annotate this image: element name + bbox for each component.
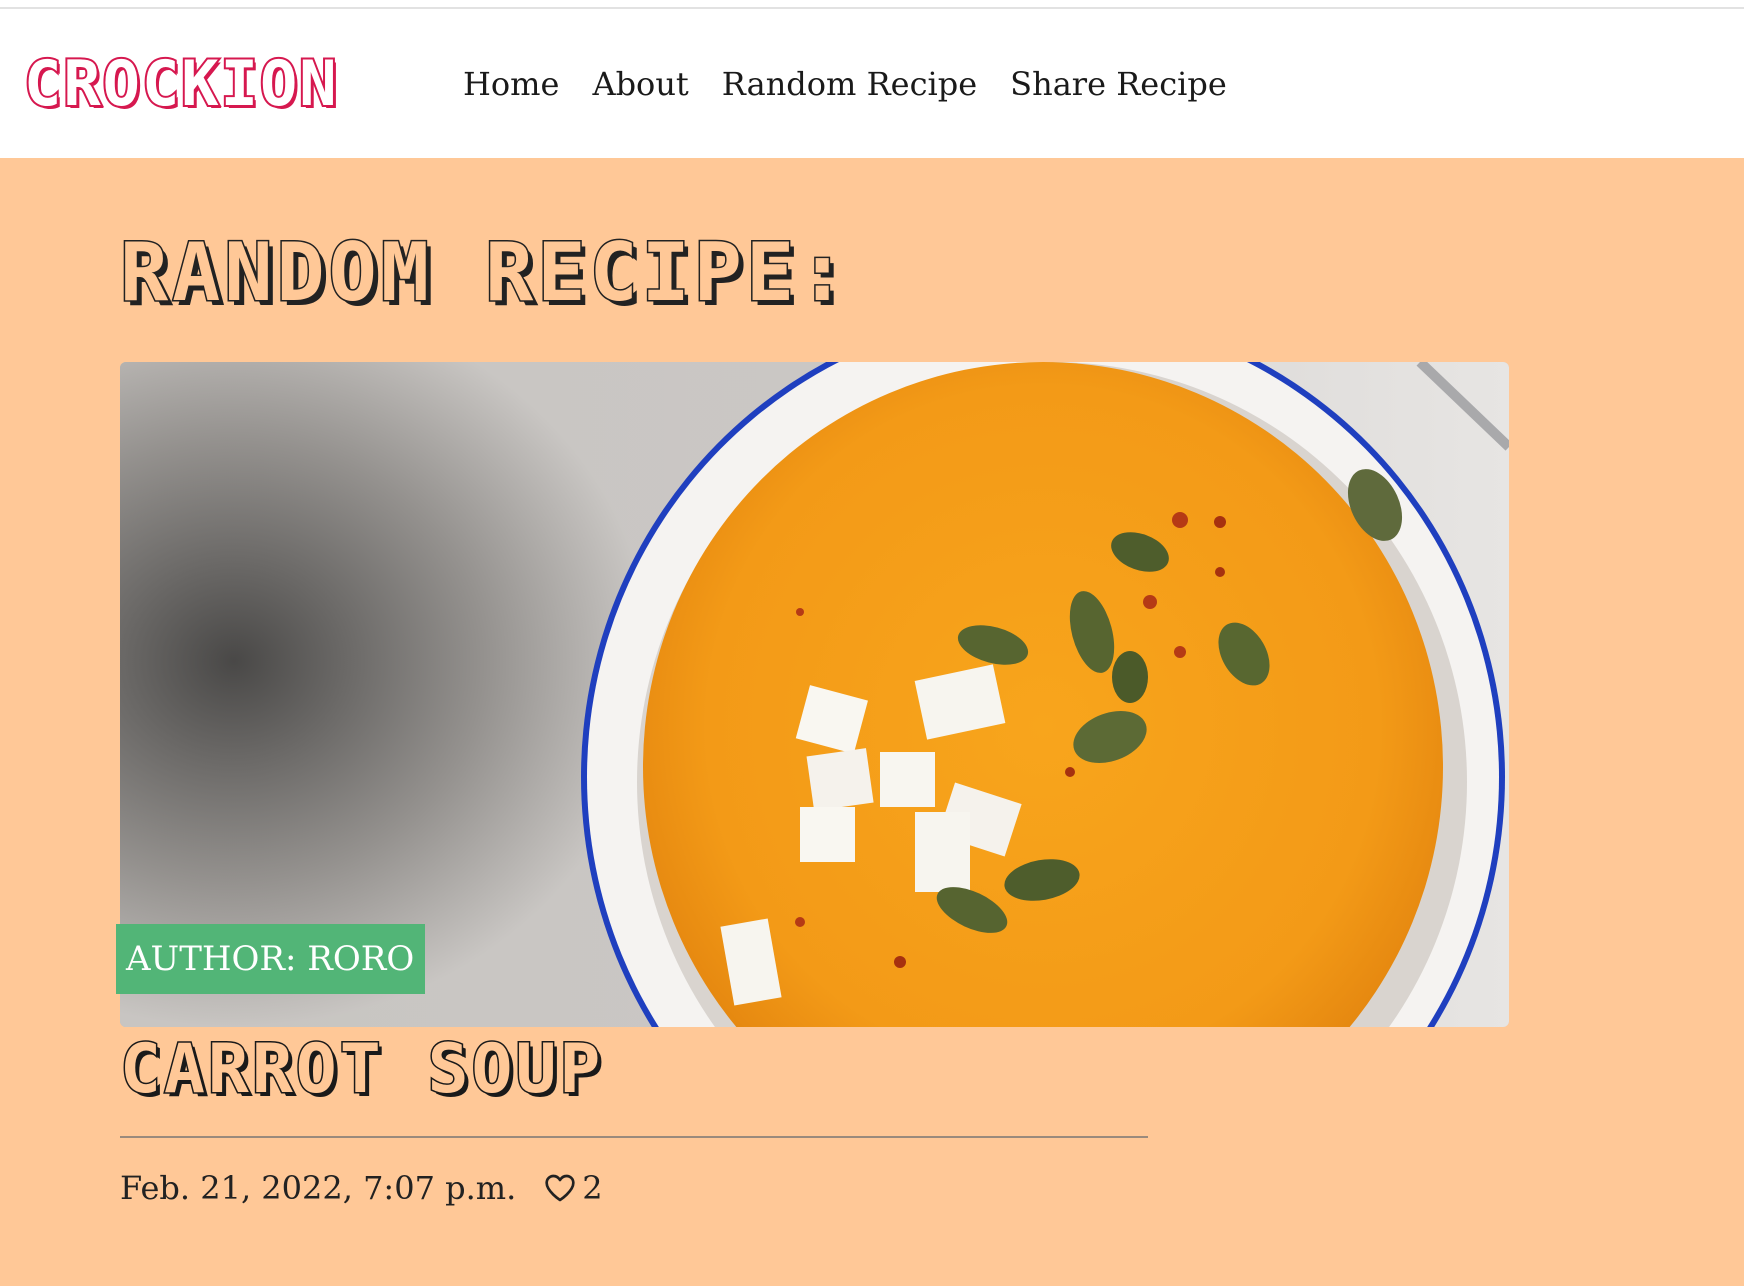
nav-home-link[interactable]: Home bbox=[463, 64, 559, 104]
divider bbox=[120, 1136, 1148, 1138]
author-badge[interactable]: AUTHOR: RORO bbox=[116, 924, 425, 994]
heart-outline-icon bbox=[545, 1174, 575, 1202]
like-button[interactable]: 2 bbox=[544, 1168, 603, 1208]
recipe-title[interactable]: CARROT SOUP bbox=[118, 1029, 603, 1111]
nav-share-recipe-link[interactable]: Share Recipe bbox=[1010, 64, 1227, 104]
nav-menu: Home About Random Recipe Share Recipe bbox=[463, 64, 1260, 104]
browser-top-border bbox=[0, 0, 1744, 9]
main-content: RANDOM RECIPE: AUTHOR: RORO CARROT SOUP … bbox=[0, 158, 1744, 1286]
page-heading: RANDOM RECIPE: bbox=[118, 226, 851, 319]
nav-random-recipe-link[interactable]: Random Recipe bbox=[722, 64, 977, 104]
recipe-meta: Feb. 21, 2022, 7:07 p.m. 2 bbox=[120, 1168, 603, 1208]
brand-logo[interactable]: CROCKION bbox=[22, 47, 339, 121]
like-count: 2 bbox=[582, 1169, 603, 1207]
navbar: CROCKION Home About Random Recipe Share … bbox=[0, 9, 1744, 158]
nav-about-link[interactable]: About bbox=[592, 64, 688, 104]
recipe-date: Feb. 21, 2022, 7:07 p.m. bbox=[120, 1169, 517, 1207]
